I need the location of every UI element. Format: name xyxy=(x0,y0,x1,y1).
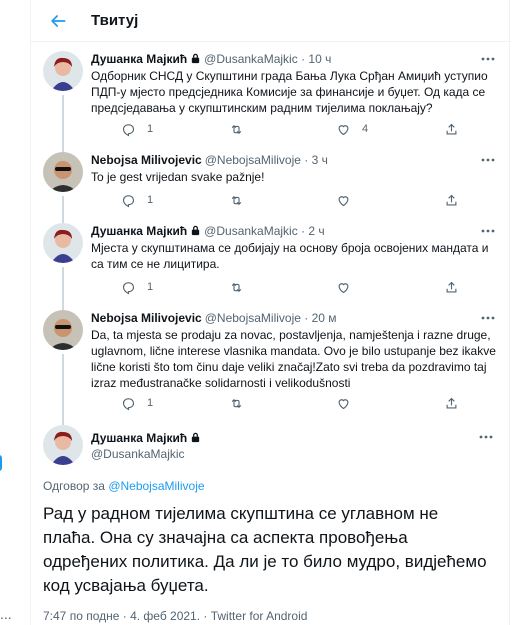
thread-tweet[interactable]: Nebojsa Milivojevic @NebojsaMilivoje · 20… xyxy=(31,304,511,428)
page-header: Твитуј xyxy=(31,0,511,42)
tweet-time[interactable]: · 20 м xyxy=(304,311,336,325)
retweet-icon xyxy=(231,282,242,292)
tweet-actions: 1 xyxy=(91,279,471,295)
share-button[interactable] xyxy=(444,192,459,208)
retweet-icon xyxy=(231,398,242,408)
back-arrow-icon[interactable] xyxy=(48,11,68,31)
avatar[interactable] xyxy=(43,152,83,192)
user-handle[interactable]: @DusankaMajkic xyxy=(204,52,298,66)
like-button[interactable] xyxy=(336,395,362,411)
tweet-actions: 1 xyxy=(91,395,471,411)
tweet-actions: 1 4 xyxy=(91,121,471,137)
retweet-button[interactable] xyxy=(229,395,255,411)
heart-icon xyxy=(338,195,349,206)
reply-to-link[interactable]: @NebojsaMilivoje xyxy=(108,479,204,493)
thread-tweet[interactable]: Душанка Мајкић @DusankaMajkic · 2 ч Мјест… xyxy=(31,217,511,312)
share-icon xyxy=(446,397,457,408)
like-button[interactable] xyxy=(336,279,362,295)
edge-blue-indicator xyxy=(0,455,2,471)
reply-count: 1 xyxy=(147,397,154,409)
lock-icon xyxy=(192,225,200,236)
page-title: Твитуј xyxy=(91,12,139,29)
user-name[interactable]: Nebojsa Milivojevic xyxy=(91,153,202,167)
lock-icon xyxy=(192,432,200,443)
avatar[interactable] xyxy=(43,223,83,263)
edge-more-dots[interactable]: ... xyxy=(0,606,12,622)
user-name[interactable]: Душанка Мајкић xyxy=(91,431,187,445)
share-icon xyxy=(446,123,457,134)
reply-button[interactable]: 1 xyxy=(121,395,153,411)
tweet-actions: 1 xyxy=(91,192,471,208)
tweet-meta: Nebojsa Milivojevic @NebojsaMilivoje · 20… xyxy=(91,311,337,325)
reply-icon xyxy=(122,397,135,410)
tweet-time[interactable]: · 2 ч xyxy=(301,224,325,238)
user-name[interactable]: Nebojsa Milivojevic xyxy=(91,311,202,325)
thread-tweet[interactable]: Душанка Мајкић @DusankaMajkic · 10 ч Одбо… xyxy=(31,43,511,153)
tweet-time[interactable]: · 10 ч xyxy=(301,52,331,66)
like-button[interactable] xyxy=(336,192,362,208)
tweet-meta: Nebojsa Milivojevic @NebojsaMilivoje · 3 … xyxy=(91,153,328,167)
heart-icon xyxy=(338,398,349,409)
reply-button[interactable]: 1 xyxy=(121,121,153,137)
user-handle[interactable]: @DusankaMajkic xyxy=(204,224,298,238)
share-icon xyxy=(446,281,457,292)
user-name[interactable]: Душанка Мајкић xyxy=(91,224,187,238)
more-options-icon[interactable] xyxy=(480,310,496,326)
share-icon xyxy=(446,194,457,205)
main-user-name[interactable]: Душанка Мајкић xyxy=(91,431,201,445)
tweet-text: To je gest vrijedan svake pažnje! xyxy=(91,170,265,184)
reply-count: 1 xyxy=(147,194,154,206)
tweet-time[interactable]: · 3 ч xyxy=(304,153,328,167)
heart-icon xyxy=(338,282,349,293)
lock-icon xyxy=(192,53,200,64)
replying-to: Одговор за @NebojsaMilivoje xyxy=(43,479,205,493)
share-button[interactable] xyxy=(444,395,459,411)
user-handle[interactable]: @NebojsaMilivoje xyxy=(205,311,301,325)
thread-tweet[interactable]: Nebojsa Milivojevic @NebojsaMilivoje · 3 … xyxy=(31,145,511,226)
left-gutter: ... xyxy=(0,0,30,625)
more-options-icon[interactable] xyxy=(478,429,494,445)
reply-count: 1 xyxy=(147,123,154,135)
avatar[interactable] xyxy=(43,425,83,465)
retweet-button[interactable] xyxy=(229,279,255,295)
avatar[interactable] xyxy=(43,310,83,350)
retweet-icon xyxy=(231,195,242,205)
tweet-text: Da, ta mjesta se prodaju za novac, posta… xyxy=(91,328,496,390)
like-button[interactable]: 4 xyxy=(336,121,368,137)
reply-count: 1 xyxy=(147,281,154,293)
retweet-button[interactable] xyxy=(229,121,255,137)
user-name[interactable]: Душанка Мајкић xyxy=(91,52,187,66)
reply-button[interactable]: 1 xyxy=(121,192,153,208)
avatar[interactable] xyxy=(43,51,83,91)
main-user-handle[interactable]: @DusankaMajkic xyxy=(91,447,185,461)
reply-icon xyxy=(122,281,135,294)
reply-icon xyxy=(122,123,135,136)
main-tweet-text: Рад у радном тијелима скупштина се углав… xyxy=(43,504,487,595)
tweet-text: Мјеста у скупштинама се добијају на осно… xyxy=(91,241,489,271)
retweet-icon xyxy=(231,124,242,134)
share-button[interactable] xyxy=(444,279,459,295)
tweet-meta: Душанка Мајкић @DusankaMajkic · 10 ч xyxy=(91,52,331,66)
retweet-button[interactable] xyxy=(229,192,255,208)
main-tweet-meta[interactable]: 7:47 по подне · 4. феб 2021. · Twitter f… xyxy=(43,609,307,623)
more-options-icon[interactable] xyxy=(480,152,496,168)
more-options-icon[interactable] xyxy=(480,51,496,67)
tweet-meta: Душанка Мајкић @DusankaMajkic · 2 ч xyxy=(91,224,325,238)
thread-line xyxy=(62,354,64,428)
reply-icon xyxy=(122,194,135,207)
heart-icon xyxy=(338,124,349,135)
reply-button[interactable]: 1 xyxy=(121,279,153,295)
user-handle[interactable]: @NebojsaMilivoje xyxy=(205,153,301,167)
tweet-text: Одборник СНСД у Скупштини града Бања Лук… xyxy=(91,69,488,115)
reply-prefix: Одговор за xyxy=(43,479,105,493)
share-button[interactable] xyxy=(444,121,459,137)
like-count: 4 xyxy=(362,123,369,135)
more-options-icon[interactable] xyxy=(480,223,496,239)
tweet-detail-column: Твитуј Душанка Мајкић @DusankaMajkic · 10… xyxy=(30,0,511,625)
